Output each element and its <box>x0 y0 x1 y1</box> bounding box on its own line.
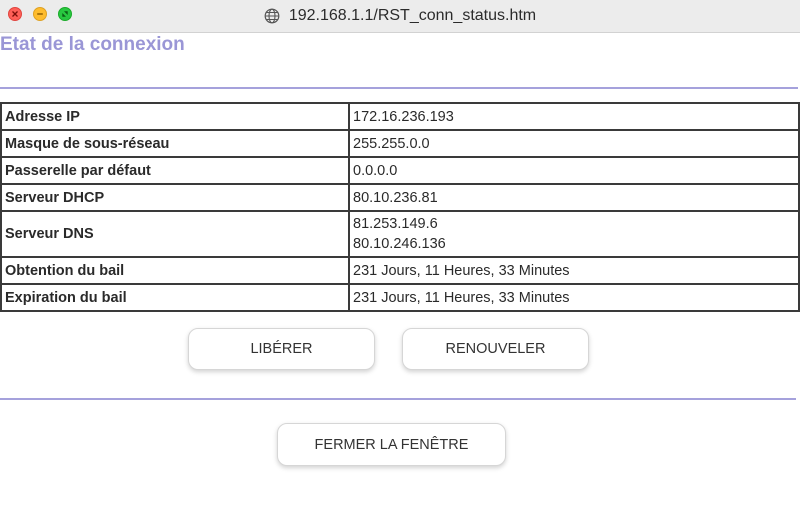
row-label-dns-server: Serveur DNS <box>0 210 350 258</box>
table-row: Serveur DHCP 80.10.236.81 <box>0 183 800 212</box>
row-value-dhcp-server: 80.10.236.81 <box>348 183 800 212</box>
divider-top <box>0 87 798 89</box>
table-row: Expiration du bail 231 Jours, 11 Heures,… <box>0 283 800 312</box>
table-row: Masque de sous-réseau 255.255.0.0 <box>0 129 800 158</box>
url-text: 192.168.1.1/RST_conn_status.htm <box>288 7 537 24</box>
row-value-default-gateway: 0.0.0.0 <box>348 156 800 185</box>
renew-button[interactable]: RENOUVELER <box>402 328 589 370</box>
row-label-ip-address: Adresse IP <box>0 102 350 131</box>
row-label-default-gateway: Passerelle par défaut <box>0 156 350 185</box>
row-value-lease-obtained: 231 Jours, 11 Heures, 33 Minutes <box>348 256 800 285</box>
dns-primary: 81.253.149.6 <box>353 216 438 232</box>
row-value-subnet-mask: 255.255.0.0 <box>348 129 800 158</box>
connection-status-table: Adresse IP 172.16.236.193 Masque de sous… <box>0 102 800 312</box>
release-button[interactable]: LIBÉRER <box>188 328 375 370</box>
globe-icon <box>264 8 280 24</box>
table-row: Serveur DNS 81.253.149.6 80.10.246.136 <box>0 210 800 258</box>
row-value-dns-server: 81.253.149.6 80.10.246.136 <box>348 210 800 258</box>
dns-secondary: 80.10.246.136 <box>353 236 446 252</box>
row-value-ip-address: 172.16.236.193 <box>348 102 800 131</box>
page-title: Etat de la connexion <box>0 34 185 55</box>
table-row: Passerelle par défaut 0.0.0.0 <box>0 156 800 185</box>
table-row: Obtention du bail 231 Jours, 11 Heures, … <box>0 256 800 285</box>
table-row: Adresse IP 172.16.236.193 <box>0 102 800 131</box>
close-window-button[interactable]: FERMER LA FENÊTRE <box>277 423 506 466</box>
window-titlebar: 192.168.1.1/RST_conn_status.htm <box>0 0 800 33</box>
address-display: 192.168.1.1/RST_conn_status.htm <box>0 0 800 32</box>
row-label-lease-expires: Expiration du bail <box>0 283 350 312</box>
row-label-lease-obtained: Obtention du bail <box>0 256 350 285</box>
divider-bottom <box>0 398 796 400</box>
row-label-dhcp-server: Serveur DHCP <box>0 183 350 212</box>
row-value-lease-expires: 231 Jours, 11 Heures, 33 Minutes <box>348 283 800 312</box>
row-label-subnet-mask: Masque de sous-réseau <box>0 129 350 158</box>
